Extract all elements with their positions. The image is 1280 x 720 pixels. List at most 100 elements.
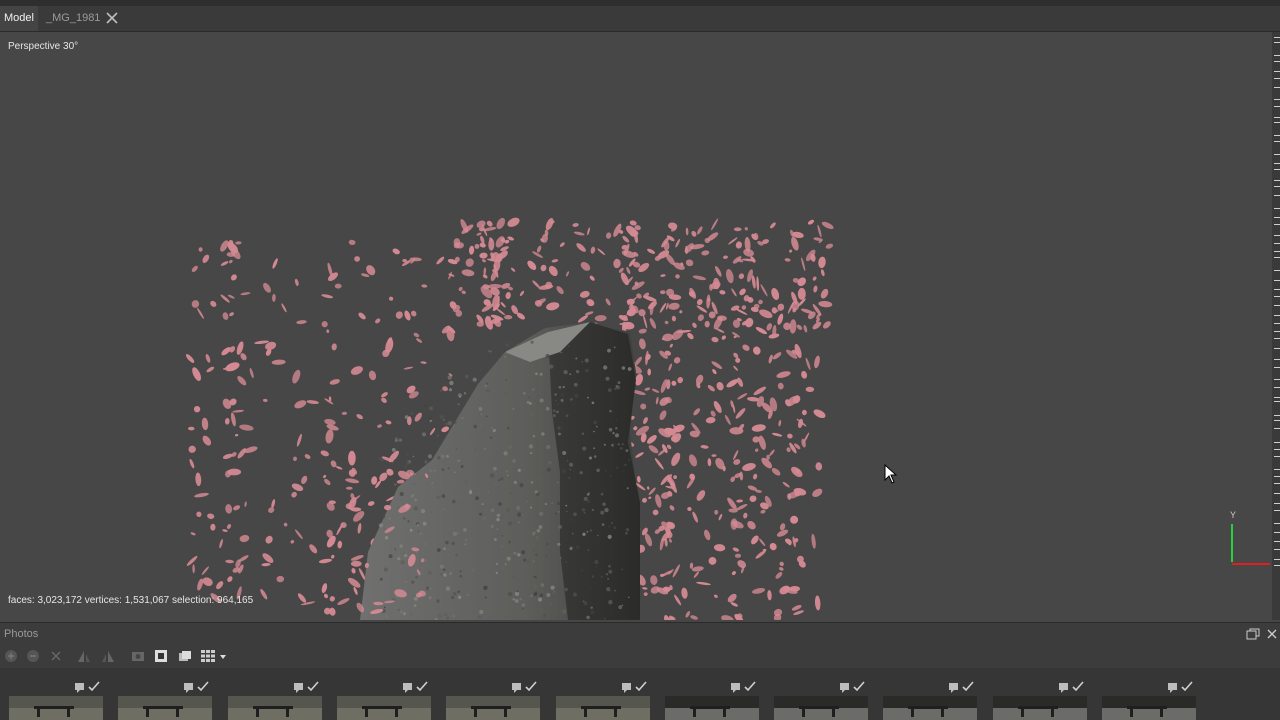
layers-icon[interactable] [177, 648, 193, 664]
selection-point [488, 238, 495, 251]
rotate-left-icon[interactable] [76, 648, 92, 664]
tab-model[interactable]: Model [0, 6, 38, 31]
selection-point [357, 522, 362, 534]
photo-thumbnail[interactable] [774, 696, 868, 720]
rock-speckle [463, 392, 467, 395]
rock-speckle [520, 537, 523, 540]
selection-point [618, 267, 624, 273]
rock-speckle [621, 366, 626, 370]
selection-point [707, 384, 715, 392]
selection-point [337, 598, 350, 606]
rock-speckle [621, 568, 624, 571]
selection-point [687, 332, 694, 340]
rock-speckle [586, 530, 589, 533]
photo-thumbnail[interactable] [1102, 696, 1196, 720]
photo-thumbnail[interactable] [118, 696, 212, 720]
rock-speckle [603, 443, 606, 446]
photo-thumbnail[interactable] [9, 696, 103, 720]
rock-speckle [590, 606, 593, 609]
selection-point [605, 298, 611, 306]
remove-icon[interactable] [25, 648, 41, 664]
rock-speckle [495, 571, 498, 575]
selection-point [395, 311, 403, 319]
photo-thumbnail[interactable] [337, 696, 431, 720]
rock-speckle [447, 467, 450, 470]
rock-speckle [557, 482, 559, 484]
rock-speckle [582, 532, 586, 536]
rock-speckle [416, 552, 418, 554]
rotate-right-icon[interactable] [100, 648, 116, 664]
grid-view-icon[interactable] [200, 648, 216, 664]
rock-speckle [605, 376, 610, 381]
tab-photo[interactable]: _MG_1981 [42, 6, 104, 31]
rock-speckle [535, 372, 538, 376]
rock-speckle [433, 469, 436, 472]
restore-window-icon[interactable] [1246, 628, 1260, 640]
rock-speckle [559, 557, 562, 559]
rock-speckle [506, 556, 511, 561]
photo-thumbnail[interactable] [993, 696, 1087, 720]
chevron-down-icon[interactable] [218, 648, 228, 664]
rock-speckle [614, 387, 617, 391]
camera-icon[interactable] [130, 648, 146, 664]
rock-speckle [412, 455, 415, 458]
rock-speckle [512, 598, 516, 601]
photo-thumbnail[interactable] [665, 696, 759, 720]
selection-point [668, 538, 672, 543]
rock-speckle [446, 455, 449, 458]
rock-speckle [535, 553, 538, 556]
selection-point [281, 303, 287, 313]
selection-point [791, 236, 799, 251]
selection-point [707, 458, 712, 467]
close-icon[interactable] [104, 10, 120, 26]
rock-speckle [498, 502, 502, 506]
selection-point [660, 274, 666, 277]
selection-point [822, 321, 831, 329]
rock-speckle [438, 538, 443, 543]
right-scrollbar[interactable] [1272, 32, 1280, 620]
selection-point [348, 450, 356, 466]
photo-thumbnail[interactable] [446, 696, 540, 720]
selection-point [818, 300, 833, 308]
selection-point [389, 296, 394, 301]
rock-speckle [479, 369, 481, 371]
rock-speckle [473, 424, 477, 429]
rock-speckle [457, 503, 460, 505]
add-icon[interactable] [3, 648, 19, 664]
rock-speckle [388, 554, 393, 559]
selection-point [710, 410, 716, 417]
rock-speckle [473, 356, 476, 359]
selection-point [296, 433, 302, 447]
rock-speckle [539, 593, 544, 598]
scroll-tick [1274, 61, 1280, 62]
scroll-tick [1274, 323, 1280, 324]
rock-speckle [589, 529, 593, 532]
axis-gizmo-icon [1231, 524, 1270, 565]
mask-icon[interactable] [153, 648, 169, 664]
rock-speckle [490, 524, 494, 529]
selection-point [716, 381, 724, 391]
selection-point [652, 509, 659, 516]
photo-thumbnail[interactable] [556, 696, 650, 720]
selection-point [730, 602, 738, 607]
photo-thumbnail[interactable] [883, 696, 977, 720]
reset-icon[interactable] [48, 648, 64, 664]
selection-point [461, 269, 475, 277]
selection-point [719, 290, 726, 295]
selection-point [306, 400, 319, 405]
rock-speckle [517, 521, 520, 524]
selection-point [687, 506, 692, 512]
rock-speckle [501, 534, 504, 537]
rock-speckle [480, 425, 482, 427]
selection-point [715, 266, 722, 277]
selection-point [696, 299, 703, 306]
photo-thumbnail[interactable] [228, 696, 322, 720]
selection-point [384, 504, 392, 511]
close-panel-icon[interactable] [1266, 628, 1278, 640]
selection-point [675, 238, 681, 248]
selection-point [327, 272, 339, 282]
rock-speckle [413, 506, 418, 511]
model-viewport[interactable]: Perspective 30° faces: 3,023,172 vertice… [0, 32, 1272, 620]
rock-speckle [506, 474, 509, 477]
rock-speckle [496, 517, 500, 522]
